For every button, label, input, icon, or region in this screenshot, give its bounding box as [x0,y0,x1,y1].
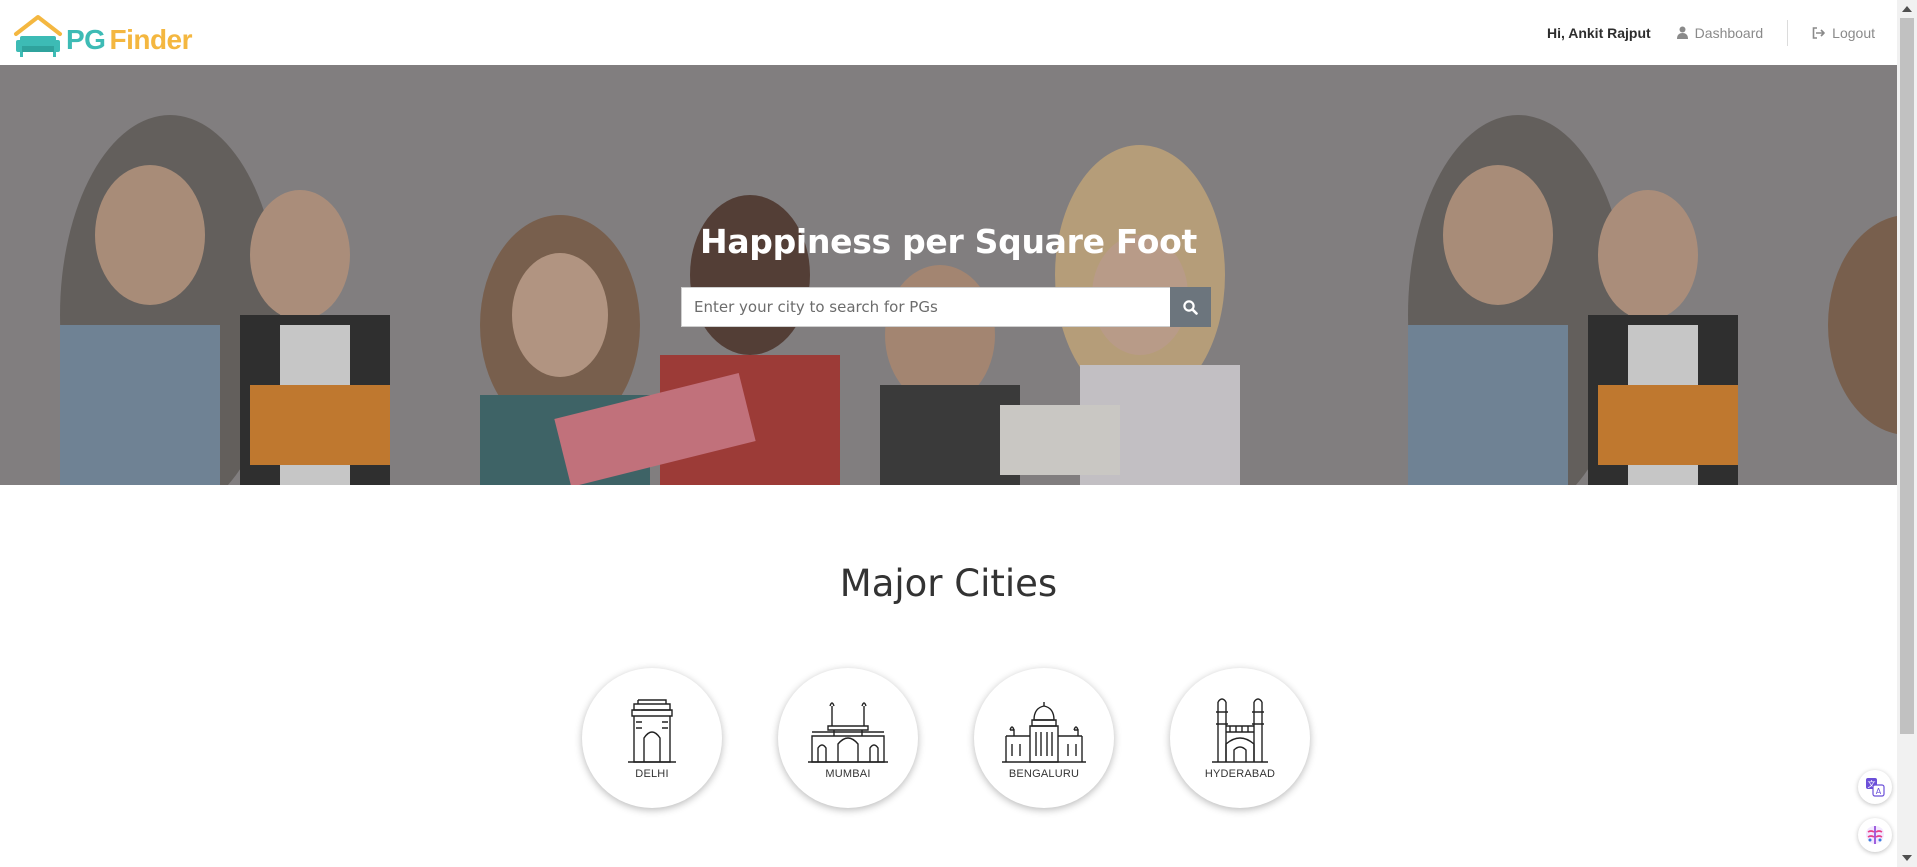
ai-assistant-extension-button[interactable] [1858,818,1892,852]
user-greeting: Hi, Ankit Rajput [1546,24,1651,41]
vidhana-soudha-icon [1002,702,1086,763]
logout-link[interactable]: Logout [1812,25,1875,41]
scroll-down-arrow-icon[interactable] [1902,855,1912,861]
search-button[interactable] [1170,287,1211,327]
sign-out-icon [1812,26,1825,39]
city-search-input[interactable] [681,287,1170,327]
city-name-bengaluru: BENGALURU [1008,768,1080,780]
svg-text:A: A [1876,787,1882,796]
dashboard-link[interactable]: Dashboard [1676,24,1764,41]
hero-overlay [0,65,1897,485]
search-icon [1183,299,1198,315]
translate-extension-button[interactable]: 文 A [1858,770,1892,804]
navbar: PG Finder Hi, Ankit Rajput Dashboard Logo… [0,0,1897,65]
city-list: DELHI MUMBAI BENGALURU HYDERABAD [582,668,1310,808]
dashboard-label: Dashboard [1694,24,1764,41]
nav-divider [1787,19,1789,46]
major-cities-heading: Major Cities [839,562,1058,605]
city-card-delhi[interactable]: DELHI [582,668,722,808]
brand-name-pg: PG [66,23,106,55]
brand-logo[interactable]: PG Finder [12,8,193,58]
brand-name-finder: Finder [109,23,193,55]
scroll-thumb[interactable] [1900,18,1914,734]
page-scrollbar[interactable] [1897,0,1917,867]
logout-label: Logout [1832,24,1875,41]
city-card-hyderabad[interactable]: HYDERABAD [1170,668,1310,808]
house-sofa-icon [14,14,62,57]
gateway-of-india-icon [808,702,888,763]
city-name-mumbai: MUMBAI [825,768,871,780]
city-search-form [681,287,1211,327]
city-name-delhi: DELHI [635,768,669,780]
charminar-icon [1212,698,1268,763]
city-card-bengaluru[interactable]: BENGALURU [974,668,1114,808]
india-gate-icon [628,699,676,763]
brain-icon [1866,826,1884,844]
scroll-up-arrow-icon[interactable] [1902,6,1912,12]
city-card-mumbai[interactable]: MUMBAI [778,668,918,808]
city-name-hyderabad: HYDERABAD [1204,768,1276,780]
user-nav: Hi, Ankit Rajput Dashboard Logout [1546,19,1875,46]
user-icon [1676,26,1688,39]
hero-banner: Happiness per Square Foot [0,65,1897,485]
brand-name: PG Finder [66,23,193,55]
hero-title: Happiness per Square Foot [700,222,1197,261]
translate-icon: 文 A [1866,778,1885,797]
